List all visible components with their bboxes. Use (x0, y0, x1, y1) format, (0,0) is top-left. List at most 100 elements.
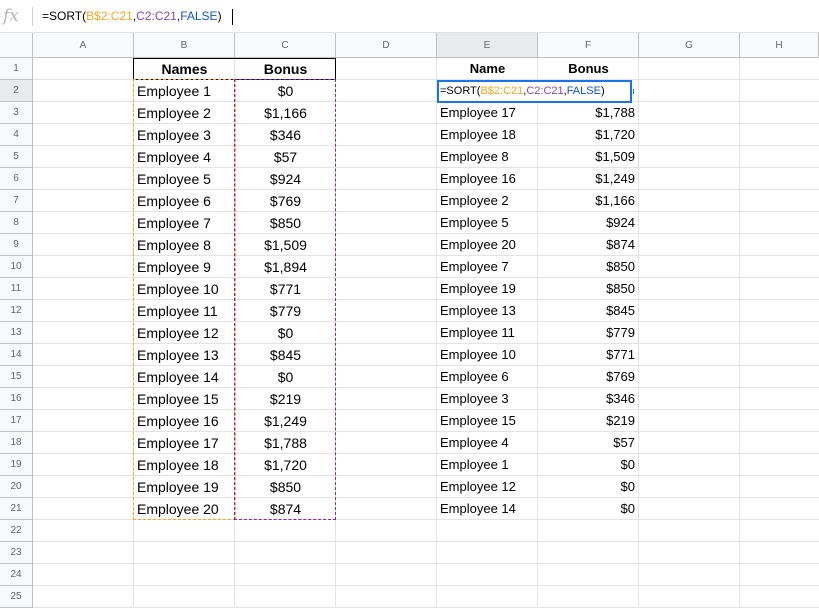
cell-sorted-bonus[interactable]: $0 (538, 498, 639, 520)
row-header-8[interactable]: 8 (0, 212, 33, 234)
grid-hline (33, 563, 819, 564)
cell-sorted-bonus[interactable]: $874 (538, 234, 639, 256)
cell-sorted-name[interactable]: Employee 10 (437, 344, 538, 366)
cell-sorted-bonus[interactable]: $769 (538, 366, 639, 388)
formula-range-ref: B$2:C21 (86, 9, 133, 23)
row-header-10[interactable]: 10 (0, 256, 33, 278)
cell-sorted-name[interactable]: Employee 14 (437, 498, 538, 520)
row-header-14[interactable]: 14 (0, 344, 33, 366)
formula-keyword: FALSE (180, 9, 218, 23)
row-header-18[interactable]: 18 (0, 432, 33, 454)
cell-sorted-name[interactable]: Employee 7 (437, 256, 538, 278)
cell-sorted-name[interactable]: Employee 3 (437, 388, 538, 410)
cell-sorted-name[interactable]: Employee 16 (437, 168, 538, 190)
formula-input[interactable]: =SORT(B$2:C21,C2:C21,FALSE) (42, 9, 222, 23)
formula-bar-separator (32, 7, 33, 26)
active-cell-editor[interactable]: =SORT(B$2:C21,C2:C21,FALSE) (437, 80, 632, 103)
cell-sorted-bonus[interactable]: $0 (538, 476, 639, 498)
cell-sorted-name[interactable]: Employee 18 (437, 124, 538, 146)
row-header-19[interactable]: 19 (0, 454, 33, 476)
cell-sorted-bonus[interactable]: $850 (538, 256, 639, 278)
cell-sorted-name[interactable]: Employee 11 (437, 322, 538, 344)
range-highlight-purple (234, 79, 336, 520)
formula-keyword: FALSE (566, 85, 601, 97)
cell-sorted-name[interactable]: Employee 19 (437, 278, 538, 300)
column-header-g[interactable]: G (639, 33, 740, 58)
select-all-corner[interactable] (0, 33, 33, 58)
table-border-right (335, 58, 336, 80)
row-header-17[interactable]: 17 (0, 410, 33, 432)
row-header-3[interactable]: 3 (0, 102, 33, 124)
cell-sorted-bonus[interactable]: $219 (538, 410, 639, 432)
formula-part: ) (217, 9, 222, 23)
column-header-e[interactable]: E (437, 33, 538, 58)
cell-sorted-name[interactable]: Employee 17 (437, 102, 538, 124)
row-header-25[interactable]: 25 (0, 586, 33, 608)
row-header-5[interactable]: 5 (0, 146, 33, 168)
cell-sorted-bonus[interactable]: $1,509 (538, 146, 639, 168)
row-header-13[interactable]: 13 (0, 322, 33, 344)
cell-sorted-bonus[interactable]: $850 (538, 278, 639, 300)
row-header-9[interactable]: 9 (0, 234, 33, 256)
grid-hline (33, 585, 819, 586)
row-header-15[interactable]: 15 (0, 366, 33, 388)
row-header-1[interactable]: 1 (0, 58, 33, 80)
cell-sorted-bonus[interactable]: $1,249 (538, 168, 639, 190)
fill-handle[interactable] (633, 89, 634, 94)
cell-sorted-bonus[interactable]: $0 (538, 454, 639, 476)
formula-bar: fx =SORT(B$2:C21,C2:C21,FALSE) (0, 0, 819, 33)
formula-range-ref: C2:C21 (136, 9, 177, 23)
row-header-20[interactable]: 20 (0, 476, 33, 498)
cell-sorted-name[interactable]: Employee 5 (437, 212, 538, 234)
cell-sorted-name[interactable]: Employee 12 (437, 476, 538, 498)
row-header-11[interactable]: 11 (0, 278, 33, 300)
table-border-top (133, 58, 336, 59)
cell-sorted-bonus[interactable]: $771 (538, 344, 639, 366)
cell-sorted-name[interactable]: Employee 1 (437, 454, 538, 476)
row-header-23[interactable]: 23 (0, 542, 33, 564)
header-cell-names[interactable]: Names (134, 58, 235, 80)
row-header-22[interactable]: 22 (0, 520, 33, 542)
row-header-24[interactable]: 24 (0, 564, 33, 586)
column-header-b[interactable]: B (134, 33, 235, 58)
row-header-12[interactable]: 12 (0, 300, 33, 322)
cell-sorted-name[interactable]: Employee 4 (437, 432, 538, 454)
fx-icon: fx (3, 6, 19, 26)
cell-sorted-name[interactable]: Employee 20 (437, 234, 538, 256)
cell-sorted-name[interactable]: Employee 6 (437, 366, 538, 388)
formula-part: ) (600, 85, 605, 97)
cell-sorted-name[interactable]: Employee 8 (437, 146, 538, 168)
column-header-a[interactable]: A (33, 33, 134, 58)
cell-sorted-bonus[interactable]: $779 (538, 322, 639, 344)
grid-vline (739, 58, 740, 606)
row-header-2[interactable]: 2 (0, 80, 33, 102)
cell-sorted-name[interactable]: Employee 2 (437, 190, 538, 212)
text-cursor (232, 9, 233, 25)
cell-sorted-bonus[interactable]: $924 (538, 212, 639, 234)
row-header-4[interactable]: 4 (0, 124, 33, 146)
header-cell-bonus[interactable]: Bonus (235, 58, 336, 80)
grid-hline (33, 541, 819, 542)
formula-part: =SORT( (440, 85, 481, 97)
column-header-h[interactable]: H (740, 33, 819, 58)
row-header-7[interactable]: 7 (0, 190, 33, 212)
formula-part: =SORT( (42, 9, 87, 23)
header-cell-name[interactable]: Name (437, 58, 538, 80)
row-header-16[interactable]: 16 (0, 388, 33, 410)
cell-sorted-name[interactable]: Employee 13 (437, 300, 538, 322)
range-highlight-orange (133, 79, 236, 520)
cell-sorted-bonus[interactable]: $845 (538, 300, 639, 322)
column-header-c[interactable]: C (235, 33, 336, 58)
cell-sorted-name[interactable]: Employee 15 (437, 410, 538, 432)
cell-sorted-bonus[interactable]: $1,720 (538, 124, 639, 146)
cell-sorted-bonus[interactable]: $1,788 (538, 102, 639, 124)
column-header-d[interactable]: D (336, 33, 437, 58)
header-cell-bonus[interactable]: Bonus (538, 58, 639, 80)
cell-sorted-bonus[interactable]: $57 (538, 432, 639, 454)
row-header-21[interactable]: 21 (0, 498, 33, 520)
formula-range-ref: C2:C21 (526, 85, 564, 97)
cell-sorted-bonus[interactable]: $346 (538, 388, 639, 410)
column-header-f[interactable]: F (538, 33, 639, 58)
row-header-6[interactable]: 6 (0, 168, 33, 190)
cell-sorted-bonus[interactable]: $1,166 (538, 190, 639, 212)
